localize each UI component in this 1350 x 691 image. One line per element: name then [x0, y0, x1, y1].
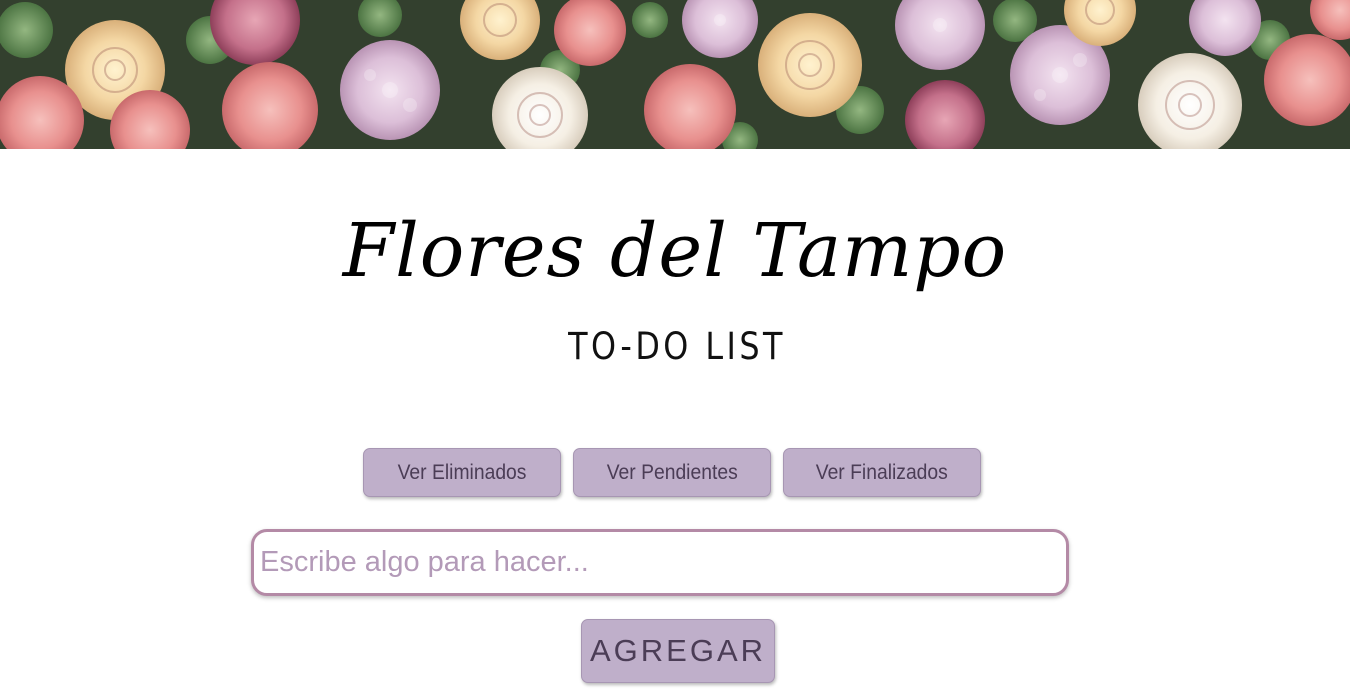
view-pending-button-label: Ver Pendientes: [606, 461, 738, 484]
floral-banner-image: [0, 0, 1350, 149]
task-input[interactable]: [251, 529, 1069, 596]
add-task-button[interactable]: AGREGAR: [581, 619, 775, 683]
view-deleted-button[interactable]: Ver Eliminados: [363, 448, 561, 497]
view-finished-button-label: Ver Finalizados: [815, 461, 949, 484]
view-finished-button[interactable]: Ver Finalizados: [783, 448, 981, 497]
view-deleted-button-label: Ver Eliminados: [397, 461, 527, 484]
filter-button-group: Ver Eliminados Ver Pendientes Ver Finali…: [363, 448, 983, 498]
view-pending-button[interactable]: Ver Pendientes: [573, 448, 771, 497]
page-title: Flores del Tampo: [342, 208, 1008, 294]
page-subtitle: TO-DO LIST: [568, 325, 786, 368]
